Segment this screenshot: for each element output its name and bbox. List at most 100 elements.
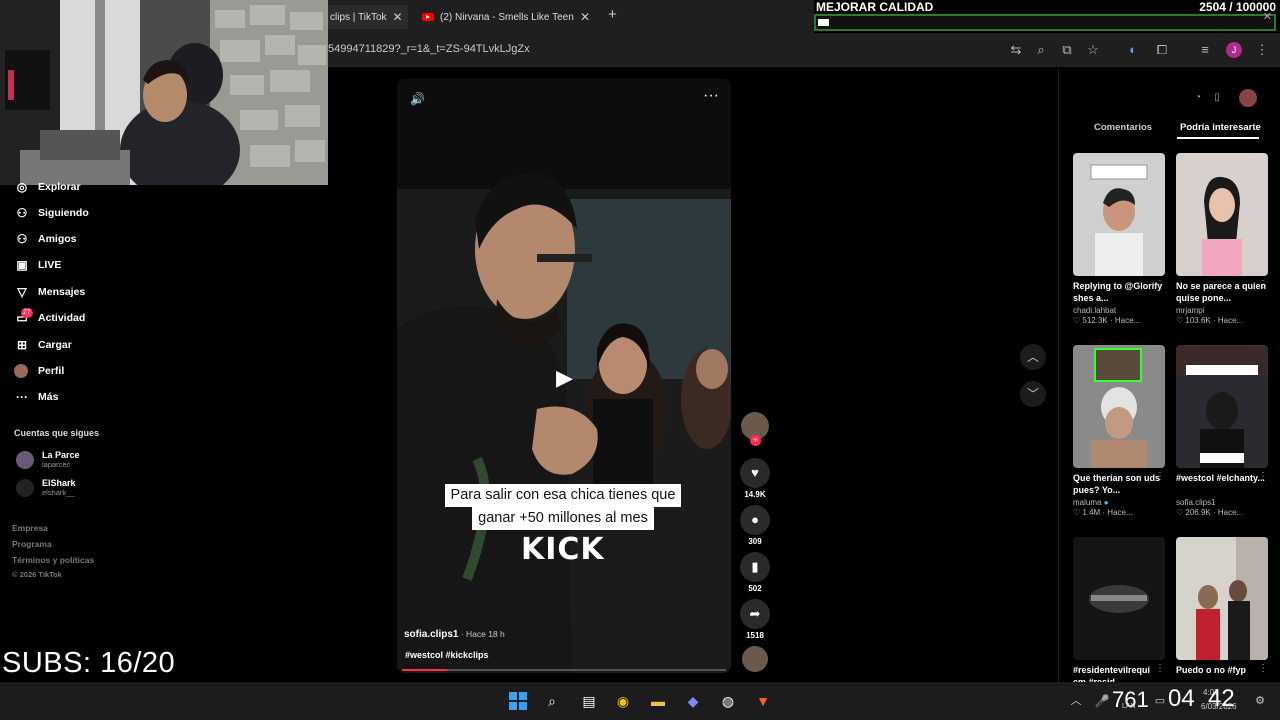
menu-icon[interactable]: ⋮ bbox=[1254, 42, 1270, 58]
save-button[interactable]: ▮ 502 bbox=[740, 552, 770, 593]
bookmark-star-icon[interactable]: ☆ bbox=[1085, 42, 1101, 58]
footer-link[interactable]: Términos y políticas bbox=[12, 555, 94, 565]
puzzle-icon[interactable]: ⧠ bbox=[1154, 42, 1170, 58]
tab-comentarios[interactable]: Comentarios bbox=[1094, 122, 1152, 133]
like-count: 14.9K bbox=[744, 490, 766, 499]
footer-link[interactable]: Empresa bbox=[12, 523, 48, 533]
more-options-icon[interactable]: ··· bbox=[703, 87, 719, 105]
video-thumbnail[interactable] bbox=[1073, 537, 1165, 660]
like-button[interactable]: ♥ 14.9K bbox=[740, 458, 770, 499]
heart-icon: ♥ bbox=[740, 458, 770, 488]
share-button[interactable]: ➦ 1518 bbox=[740, 599, 770, 640]
video-thumbnail[interactable] bbox=[1073, 153, 1165, 276]
kick-watermark: KICK bbox=[521, 532, 605, 567]
sidebar-item-explorar[interactable]: ◎ Explorar bbox=[14, 180, 81, 194]
extension-icon[interactable]: ◐ bbox=[1125, 42, 1141, 57]
install-icon[interactable]: ⧉ bbox=[1059, 42, 1075, 58]
chrome-icon[interactable]: ◉ bbox=[613, 691, 633, 711]
tab-youtube[interactable]: (2) Nirvana - Smells Like Teen S ✕ bbox=[418, 5, 598, 29]
monitor-icon[interactable]: ▭ bbox=[1150, 691, 1170, 711]
video-player[interactable]: 🔊 ··· ▶ Para salir con esa chica tienes … bbox=[397, 79, 731, 673]
windows-start-icon[interactable] bbox=[508, 691, 528, 711]
sidebar-item-cargar[interactable]: ⊞ Cargar bbox=[14, 338, 72, 352]
sidebar-item-mensajes[interactable]: ▽ Mensajes bbox=[14, 285, 85, 299]
translate-icon[interactable]: ⇆ bbox=[1008, 42, 1024, 58]
more-options-icon[interactable]: ⋮ bbox=[1258, 471, 1268, 482]
avatar[interactable] bbox=[1239, 89, 1257, 107]
video-hashtags[interactable]: #westcol #kickclips bbox=[405, 650, 489, 660]
gauge-icon[interactable]: ◔ bbox=[1191, 92, 1205, 106]
card-stats: ♡ 206.9K · Hace... bbox=[1176, 508, 1244, 517]
brave-icon[interactable]: ▼ bbox=[753, 691, 773, 711]
following-account[interactable]: ElShark elshark__ bbox=[16, 478, 76, 497]
more-icon: ··· bbox=[16, 390, 28, 404]
following-account[interactable]: La Parce laparcec bbox=[16, 450, 80, 469]
tab-podria-interesarte[interactable]: Podría interesarte bbox=[1180, 122, 1261, 133]
save-count: 502 bbox=[748, 584, 762, 593]
following-title: Cuentas que sigues bbox=[14, 428, 100, 438]
tab-tiktok[interactable]: clips | TikTok ✕ bbox=[328, 5, 408, 29]
video-thumbnail[interactable] bbox=[1073, 345, 1165, 468]
sound-avatar[interactable] bbox=[742, 646, 768, 672]
volume-icon[interactable]: 🔊 bbox=[410, 92, 425, 106]
sidebar-item-perfil[interactable]: Perfil bbox=[14, 364, 64, 378]
card-title: #westcol #elchanty... bbox=[1176, 473, 1265, 483]
avatar bbox=[16, 450, 34, 469]
more-options-icon[interactable]: ⋮ bbox=[1155, 279, 1165, 290]
sidebar-item-mas[interactable]: ··· Más bbox=[14, 390, 58, 404]
more-options-icon[interactable]: ⋮ bbox=[1155, 663, 1165, 674]
app-icon[interactable]: ◆ bbox=[683, 691, 703, 711]
follow-plus-icon[interactable]: + bbox=[750, 435, 761, 446]
sidebar-item-label: LIVE bbox=[38, 259, 62, 271]
caption-line: Para salir con esa chica tienes que bbox=[444, 484, 682, 507]
previous-video-button[interactable]: ︿ bbox=[1020, 344, 1046, 370]
chevron-up-icon[interactable]: ︿ bbox=[1066, 691, 1086, 711]
browser-tab-bar: clips | TikTok ✕ (2) Nirvana - Smells Li… bbox=[328, 0, 814, 33]
close-tab-icon[interactable]: ✕ bbox=[580, 10, 590, 24]
url-text[interactable]: 54994711829?_r=1&_t=ZS-94TLvkLJgZx bbox=[328, 43, 530, 55]
play-icon[interactable]: ▶ bbox=[556, 365, 573, 391]
footer-link[interactable]: Programa bbox=[12, 539, 52, 549]
sidebar-item-label: Cargar bbox=[38, 339, 72, 351]
sidebar-item-amigos[interactable]: ⚇ Amigos bbox=[14, 232, 77, 246]
more-options-icon[interactable]: ⋮ bbox=[1258, 279, 1268, 290]
zoom-icon[interactable]: ⌕ bbox=[1033, 42, 1049, 58]
video-thumbnail[interactable] bbox=[1176, 537, 1268, 660]
recommended-video-card[interactable]: No se parece a quien quise pone... mrjam… bbox=[1176, 153, 1268, 325]
more-options-icon[interactable]: ⋮ bbox=[1258, 663, 1268, 674]
recommended-video-card[interactable]: #westcol #elchanty... sofia.clips1 ♡ 206… bbox=[1176, 345, 1268, 517]
sidebar-item-siguiendo[interactable]: ⚇ Siguiendo bbox=[14, 206, 89, 220]
video-thumbnail[interactable] bbox=[1176, 345, 1268, 468]
card-stats: ♡ 512.3K · Hace... bbox=[1073, 316, 1141, 325]
app-icon[interactable]: ◍ bbox=[718, 691, 738, 711]
author-name[interactable]: sofia.clips1 bbox=[404, 629, 458, 640]
video-author[interactable]: sofia.clips1 · Hace 18 h bbox=[404, 629, 505, 640]
recommended-video-card[interactable]: Replying to @Glorify shes a... chadi.lah… bbox=[1073, 153, 1165, 325]
more-options-icon[interactable]: ⋮ bbox=[1155, 471, 1165, 482]
task-view-icon[interactable]: ▤ bbox=[579, 691, 599, 711]
recommended-video-card[interactable]: Puedo o no #fyp ⋮ bbox=[1176, 537, 1268, 688]
card-user: sofia.clips1 bbox=[1176, 498, 1216, 507]
notification-icon[interactable]: ⚙ bbox=[1250, 691, 1270, 711]
file-explorer-icon[interactable]: ▬ bbox=[648, 691, 668, 711]
video-caption: Para salir con esa chica tienes que gana… bbox=[423, 484, 703, 530]
close-tab-icon[interactable]: ✕ bbox=[393, 10, 403, 24]
card-user: maluma ● bbox=[1073, 498, 1165, 507]
search-icon[interactable]: ⌕ bbox=[542, 691, 562, 711]
address-bar[interactable]: 54994711829?_r=1&_t=ZS-94TLvkLJgZx ⇆ ⌕ ⧉… bbox=[328, 33, 1280, 67]
next-video-button[interactable]: ﹀ bbox=[1020, 381, 1046, 407]
phone-icon[interactable]: ▯ bbox=[1210, 92, 1224, 106]
close-icon[interactable]: ✕ bbox=[1263, 10, 1272, 23]
new-tab-button[interactable]: + bbox=[608, 6, 617, 23]
recommended-video-card[interactable]: #residentevilrequi em #resid... ⋮ bbox=[1073, 537, 1165, 688]
active-tab-underline bbox=[1177, 137, 1259, 139]
microphone-icon[interactable]: 🎤 bbox=[1092, 691, 1112, 711]
recommended-video-card[interactable]: Que therian son uds pues? Yo... maluma ●… bbox=[1073, 345, 1165, 517]
video-thumbnail[interactable] bbox=[1176, 153, 1268, 276]
media-icon[interactable]: ≡ bbox=[1197, 42, 1213, 57]
profile-avatar[interactable]: J bbox=[1226, 42, 1242, 58]
user-icon: ⚇ bbox=[16, 206, 28, 220]
sidebar-item-live[interactable]: ▣ LIVE bbox=[14, 258, 61, 272]
video-progress-bar[interactable] bbox=[402, 669, 726, 671]
comment-button[interactable]: ● 309 bbox=[740, 505, 770, 546]
